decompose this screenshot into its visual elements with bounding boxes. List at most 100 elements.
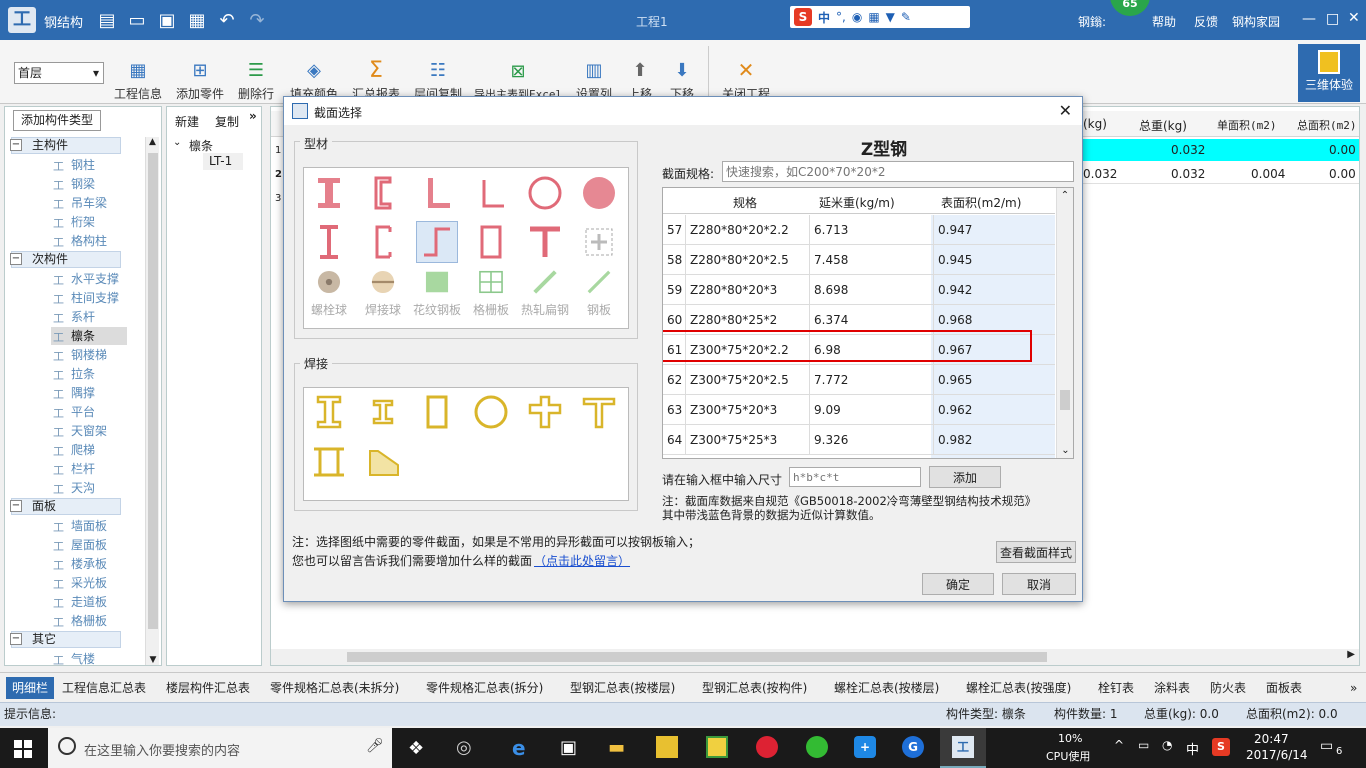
checker-plate-icon[interactable] [416,267,458,297]
channel-icon[interactable] [362,172,404,214]
app-icon-red[interactable] [756,736,778,758]
three-d-button[interactable]: 三维体验 [1298,44,1360,102]
tree-item[interactable]: 工采光板 [51,574,107,592]
calc-app-icon[interactable] [706,736,728,758]
tree-group[interactable]: − 次构件 [10,251,121,268]
tree-item[interactable]: 工系杆 [51,308,95,326]
report-tab[interactable]: 型钢汇总表(按构件) [702,677,807,699]
tree-item[interactable]: 工栏杆 [51,460,95,478]
component-node[interactable]: 檩条 [189,137,213,154]
steel-plate-icon[interactable] [578,267,620,297]
save-as-icon[interactable]: ▦ [186,9,208,31]
collapse-icon[interactable]: − [10,500,22,512]
dialog-close-icon[interactable]: ✕ [1059,101,1072,120]
scroll-right-icon[interactable]: ▶ [1347,649,1355,660]
table-scroll-thumb[interactable] [1060,390,1070,410]
tray-chevron-up-icon[interactable]: ^ [1114,738,1124,752]
t-section-icon[interactable] [524,221,566,263]
add-component-type-button[interactable]: 添加构件类型 [13,110,101,131]
maximize-icon[interactable]: □ [1326,11,1339,27]
notes-icon[interactable] [656,736,678,758]
i-beam-icon[interactable] [308,172,350,214]
size-input[interactable] [789,467,921,487]
network-icon[interactable]: ▭ [1138,738,1149,752]
menu-community[interactable]: 钢构家园 [1232,13,1280,30]
report-tab[interactable]: 明细栏 [6,677,55,699]
tabs-more-icon[interactable]: » [1350,677,1357,699]
shirt-icon[interactable]: ▼ [886,10,895,24]
h-scroll-thumb[interactable] [347,652,1047,662]
clock-time[interactable]: 20:47 [1254,732,1289,746]
close-icon[interactable]: ✕ [1348,10,1360,26]
section-search-input[interactable] [722,161,1074,182]
export-excel-button[interactable]: ⊠ 导出主表到Excel [474,46,562,102]
close-project-button[interactable]: ✕ 关闭工程 [722,46,770,102]
report-tab[interactable]: 面板表 [1266,677,1302,699]
report-tab[interactable]: 螺栓汇总表(按强度) [966,677,1071,699]
angle-icon[interactable] [416,172,458,214]
report-tab[interactable]: 零件规格汇总表(拆分) [426,677,543,699]
minimize-icon[interactable]: — [1302,11,1316,27]
tree-item[interactable]: 工爬梯 [51,441,95,459]
table-row[interactable]: 64 Z300*75*25*3 9.326 0.982 [663,425,1055,455]
language-indicator[interactable]: 中 [1186,739,1199,758]
redo-icon[interactable]: ↷ [246,9,268,31]
ime-mode[interactable]: 中 [818,9,830,26]
tree-item[interactable]: 工走道板 [51,593,107,611]
report-tab[interactable]: 螺栓汇总表(按楼层) [834,677,939,699]
add-part-button[interactable]: ⊞ 添加零件 [176,46,224,102]
new-component-button[interactable]: 新建 [175,113,199,130]
tree-item[interactable]: 工墙面板 [51,517,107,535]
move-down-button[interactable]: ⬇ 下移 [670,46,694,102]
weld-tapered-icon[interactable] [362,441,404,483]
store-icon[interactable]: ▣ [560,737,577,758]
floor-copy-button[interactable]: ☷ 层间复制 [414,46,462,102]
pipe-icon[interactable] [524,172,566,214]
table-row[interactable]: 57 Z280*80*20*2.2 6.713 0.947 [663,215,1055,245]
tree-item[interactable]: 工格构柱 [51,232,107,250]
undo-icon[interactable]: ↶ [216,9,238,31]
steel-app-taskbar-icon[interactable]: 工 [940,728,986,768]
scroll-up-icon[interactable]: ▲ [146,137,159,147]
wifi-icon[interactable]: ◔ [1162,738,1172,752]
summary-report-button[interactable]: Σ 汇总报表 [352,46,400,102]
file-explorer-icon[interactable]: ▬ [608,737,625,758]
table-row[interactable]: 63 Z300*75*20*3 9.09 0.962 [663,395,1055,425]
bolt-ball-icon[interactable] [308,267,350,297]
tree-item[interactable]: 工格栅板 [51,612,107,630]
tree-scrollbar[interactable]: ▲ ▼ [145,137,159,665]
sogou-tray-icon[interactable]: S [1212,738,1230,756]
tree-group[interactable]: − 其它 [10,631,121,648]
weld-t-icon[interactable] [578,391,620,433]
tree-collapse-icon[interactable]: ⌄ [173,137,181,148]
collapse-icon[interactable]: − [10,139,22,151]
report-tab[interactable]: 防火表 [1210,677,1246,699]
menu-feedback[interactable]: 反馈 [1194,13,1218,30]
view-section-style-button[interactable]: 查看截面样式 [996,541,1076,563]
tree-item[interactable]: 工楼承板 [51,555,107,573]
project-info-button[interactable]: ▦ 工程信息 [114,46,162,102]
weld-box-icon[interactable] [416,391,458,433]
move-up-button[interactable]: ⬆ 上移 [628,46,652,102]
scroll-down-icon[interactable]: ⌄ [1057,445,1073,456]
open-folder-icon[interactable]: ▭ [126,9,148,31]
angle-thin-icon[interactable] [470,172,512,214]
flat-bar-icon[interactable] [524,267,566,297]
tree-item[interactable]: 工隅撑 [51,384,95,402]
windows-start-icon[interactable] [14,740,32,758]
table-row[interactable]: 58 Z280*80*20*2.5 7.458 0.945 [663,245,1055,275]
floor-select[interactable]: 首层 ▾ [14,62,104,84]
scroll-down-icon[interactable]: ▼ [146,655,160,665]
expand-icon[interactable]: » [249,109,257,123]
tree-item[interactable]: 工钢柱 [51,156,95,174]
scroll-up-icon[interactable]: ⌃ [1057,190,1073,201]
tree-item[interactable]: 工天沟 [51,479,95,497]
ok-button[interactable]: 确定 [922,573,994,595]
microphone-icon[interactable]: 🎤︎ [366,738,384,754]
tree-item[interactable]: 工拉条 [51,365,95,383]
weld-cross-icon[interactable] [524,391,566,433]
report-tab[interactable]: 栓钉表 [1098,677,1134,699]
clock-date[interactable]: 2017/6/14 [1246,748,1308,762]
weld-i-section-icon[interactable] [362,391,404,433]
tree-item[interactable]: 工气楼 [51,650,95,668]
